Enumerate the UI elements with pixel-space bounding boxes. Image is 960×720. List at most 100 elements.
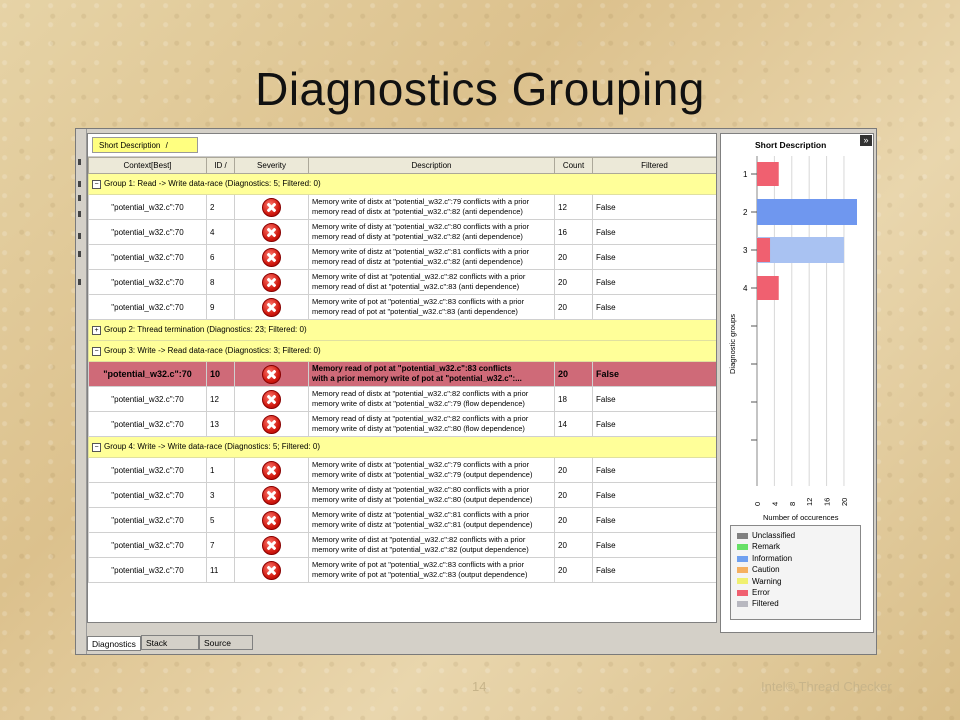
group-title: Group 1: Read -> Write data-race (Diagno… [104,179,321,189]
description-line: Memory write of disty at "potential_w32.… [312,485,530,494]
description-line: Memory write of distz at "potential_w32.… [312,510,530,519]
count-cell: 20 [554,557,593,583]
expand-pane-button[interactable]: » [860,135,872,146]
tab-stack-traces[interactable]: Stack Traces [141,635,199,654]
id-cell: 11 [206,557,235,583]
group-row[interactable]: − Group 3: Write -> Read data-race (Diagn… [88,340,716,362]
legend-item: Caution [737,564,780,575]
legend-swatch [737,578,748,585]
table-row-selected[interactable]: "potential_w32.c":70 10 Memory read of pot… [88,361,716,387]
y-tick-label: 1 [743,170,748,179]
col-filtered[interactable]: Filtered [592,157,716,174]
group-title: Group 4: Write -> Write data-race (Diagn… [104,442,321,452]
filtered-cell: False [592,557,716,583]
error-x-icon [262,297,281,317]
bar-filtered [757,199,857,225]
group-cell: − Group 1: Read -> Write data-race (Diagn… [88,173,716,195]
tab-source-view[interactable]: Source View [199,635,253,654]
error-x-icon [262,510,281,530]
severity-cell [234,557,309,583]
table-row[interactable]: "potential_w32.c":70 5 Memory write of dis… [88,507,716,533]
description-line: memory read of distx at "potential_w32.c… [312,207,523,216]
table-row[interactable]: "potential_w32.c":70 8 Memory write of dis… [88,269,716,295]
table-row[interactable]: "potential_w32.c":70 12 Memory read of dis… [88,386,716,412]
description-line: Memory write of pot at "potential_w32.c"… [312,297,525,306]
error-x-icon [262,272,281,292]
count-cell: 20 [554,244,593,270]
description-cell: Memory write of distx at "potential_w32.… [308,457,555,483]
tab-diagnostics[interactable]: Diagnostics [87,636,141,651]
chart-title: Short Description [755,140,826,150]
table-row[interactable]: "potential_w32.c":70 3 Memory write of dis… [88,482,716,508]
group-cell: − Group 3: Write -> Read data-race (Diagn… [88,340,716,362]
description-cell: Memory write of distx at "potential_w32.… [308,194,555,220]
legend-swatch [737,555,748,562]
group-row[interactable]: − Group 4: Write -> Write data-race (Diag… [88,436,716,458]
context-cell: "potential_w32.c":70 [88,244,207,270]
legend-label: Information [752,553,793,563]
table-row[interactable]: "potential_w32.c":70 4 Memory write of dis… [88,219,716,245]
id-cell: 7 [206,532,235,558]
sort-indicator: / [165,141,168,150]
legend-swatch [737,589,748,596]
error-x-icon [262,535,281,555]
legend-item: Remark [737,541,780,552]
legend-swatch [737,532,748,539]
col-description[interactable]: Description [308,157,555,174]
legend-item: Warning [737,576,782,587]
expand-collapse-icon[interactable]: − [92,346,101,356]
table-row[interactable]: "potential_w32.c":70 7 Memory write of dis… [88,532,716,558]
group-by-bar: Short Description / [88,134,716,157]
group-row[interactable]: + Group 2: Thread termination (Diagnostic… [88,319,716,341]
col-severity[interactable]: Severity [234,157,309,174]
id-cell: 3 [206,482,235,508]
context-cell: "potential_w32.c":70 [88,507,207,533]
id-cell: 12 [206,386,235,412]
filtered-cell: False [592,244,716,270]
context-cell: "potential_w32.c":70 [88,457,207,483]
expand-collapse-icon[interactable]: − [92,179,101,189]
expand-collapse-icon[interactable]: + [92,325,101,335]
description-cell: Memory read of pot at "potential_w32.c":… [308,361,555,387]
table-row[interactable]: "potential_w32.c":70 6 Memory write of dis… [88,244,716,270]
legend-label: Filtered [752,599,779,609]
count-cell: 16 [554,219,593,245]
table-row[interactable]: "potential_w32.c":70 11 Memory write of po… [88,557,716,583]
y-tick-label: 2 [743,208,748,217]
description-cell: Memory read of disty at "potential_w32.c… [308,411,555,437]
table-row[interactable]: "potential_w32.c":70 1 Memory write of dis… [88,457,716,483]
severity-cell [234,269,309,295]
severity-cell [234,411,309,437]
id-cell: 8 [206,269,235,295]
col-id[interactable]: ID / [206,157,235,174]
description-line: Memory read of pot at "potential_w32.c":… [312,364,512,373]
id-cell: 9 [206,294,235,320]
count-cell: 18 [554,386,593,412]
col-context[interactable]: Context[Best] [88,157,207,174]
count-cell: 12 [554,194,593,220]
table-row[interactable]: "potential_w32.c":70 13 Memory read of dis… [88,411,716,437]
legend-swatch [737,567,748,574]
filtered-cell: False [592,194,716,220]
severity-cell [234,244,309,270]
legend-item: Filtered [737,598,779,609]
context-cell: "potential_w32.c":70 [88,361,207,387]
description-cell: Memory write of dist at "potential_w32.c… [308,532,555,558]
table-row[interactable]: "potential_w32.c":70 2 Memory write of dis… [88,194,716,220]
id-cell: 10 [206,361,235,387]
description-cell: Memory write of distz at "potential_w32.… [308,244,555,270]
col-count[interactable]: Count [554,157,593,174]
expand-collapse-icon[interactable]: − [92,442,101,452]
description-cell: Memory write of distz at "potential_w32.… [308,507,555,533]
filtered-cell: False [592,411,716,437]
group-by-chip[interactable]: Short Description / [92,137,198,153]
header-row: Context[Best] ID / Severity Description … [88,157,716,174]
table-row[interactable]: "potential_w32.c":70 9 Memory write of pot… [88,294,716,320]
group-row[interactable]: − Group 1: Read -> Write data-race (Diagn… [88,173,716,195]
description-line: memory read of dist at "potential_w32.c"… [312,282,520,291]
group-cell: − Group 4: Write -> Write data-race (Diag… [88,436,716,458]
diagnostics-table: Context[Best] ID / Severity Description … [88,157,716,583]
left-toolbar-strip [76,129,87,654]
description-cell: Memory write of dist at "potential_w32.c… [308,269,555,295]
error-x-icon [262,560,281,580]
